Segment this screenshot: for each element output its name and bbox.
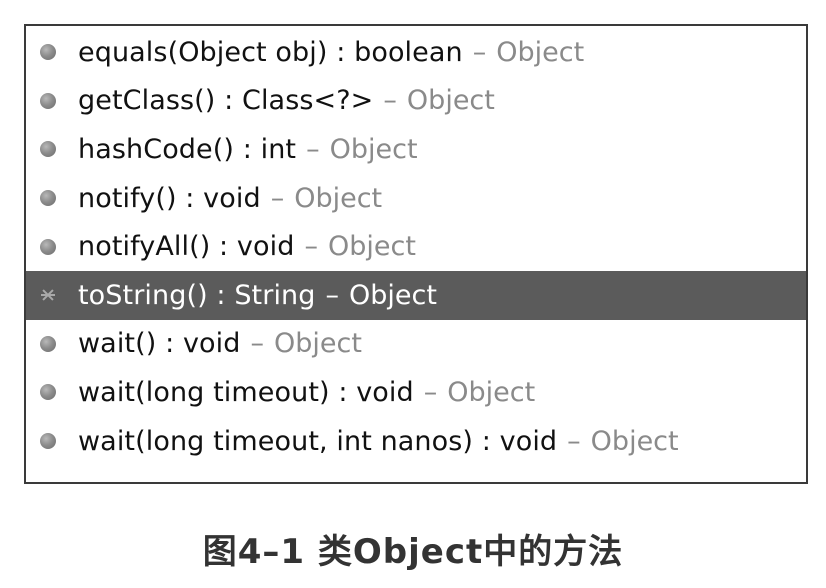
method-item-wait[interactable]: wait() : void – Object <box>26 320 806 369</box>
public-method-icon <box>40 433 56 450</box>
method-owner: Object <box>406 85 495 117</box>
owner-separator: – <box>270 182 285 214</box>
method-signature: wait(long timeout, int nanos) : void <box>78 425 558 457</box>
method-owner: Object <box>590 425 679 457</box>
method-owner: Object <box>273 328 362 360</box>
method-owner: Object <box>294 182 383 214</box>
method-signature: notify() : void <box>78 182 261 214</box>
public-method-icon <box>40 238 56 255</box>
method-signature: getClass() : Class<?> <box>78 85 374 117</box>
public-method-icon <box>40 335 56 352</box>
method-owner: Object <box>496 36 585 68</box>
method-item-wait-timeout[interactable]: wait(long timeout) : void – Object <box>26 368 806 417</box>
owner-separator: – <box>567 425 581 457</box>
method-signature: hashCode() : int <box>78 133 297 165</box>
method-item-getclass[interactable]: getClass() : Class<?> – Object <box>26 77 806 126</box>
method-signature: toString() : String <box>78 279 316 311</box>
owner-separator: – <box>383 85 397 117</box>
owner-separator: – <box>472 36 487 68</box>
method-item-hashcode[interactable]: hashCode() : int – Object <box>26 125 806 174</box>
method-signature: notifyAll() : void <box>78 231 295 263</box>
method-owner: Object <box>327 231 416 263</box>
figure-caption: 图4–1 类Object中的方法 <box>202 532 624 572</box>
method-owner: Object <box>349 279 437 311</box>
method-item-wait-timeout-nanos[interactable]: wait(long timeout, int nanos) : void – O… <box>26 417 806 466</box>
method-item-notify[interactable]: notify() : void – Object <box>26 174 806 223</box>
owner-separator: – <box>423 376 438 408</box>
owner-separator: – <box>250 328 264 360</box>
method-signature: equals(Object obj) : boolean <box>78 36 463 68</box>
method-signature: wait() : void <box>78 328 241 360</box>
owner-separator: – <box>325 279 340 311</box>
owner-separator: – <box>304 231 318 263</box>
method-owner: Object <box>329 133 418 165</box>
code-completion-popup: equals(Object obj) : boolean – Object ge… <box>24 24 808 484</box>
public-method-icon <box>40 384 56 401</box>
method-list: equals(Object obj) : boolean – Object ge… <box>26 26 806 465</box>
public-method-icon <box>40 141 56 158</box>
method-signature: wait(long timeout) : void <box>78 376 414 408</box>
selected-method-icon <box>40 287 56 303</box>
method-item-equals[interactable]: equals(Object obj) : boolean – Object <box>26 28 806 77</box>
public-method-icon <box>40 92 56 109</box>
public-method-icon <box>40 44 56 61</box>
owner-separator: – <box>306 133 320 165</box>
method-item-tostring[interactable]: toString() : String – Object <box>26 270 806 320</box>
method-owner: Object <box>447 376 536 408</box>
public-method-icon <box>40 190 56 207</box>
method-item-notifyall[interactable]: notifyAll() : void – Object <box>26 222 806 271</box>
